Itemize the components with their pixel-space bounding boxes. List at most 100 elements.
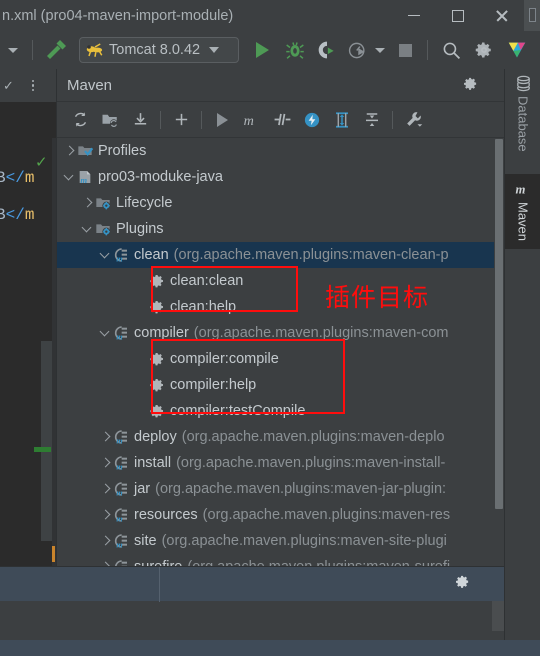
chevron-right-icon[interactable] bbox=[63, 145, 75, 157]
tree-node-coordinates: (org.apache.maven.plugins:maven-jar-plug… bbox=[155, 481, 447, 497]
collapse-all-button[interactable] bbox=[357, 105, 387, 135]
idea-logo-button[interactable] bbox=[500, 31, 534, 69]
tree-node-label: clean:clean bbox=[170, 273, 244, 289]
editor-marker-warning bbox=[52, 546, 55, 562]
profile-dropdown[interactable] bbox=[371, 31, 389, 69]
maximize-icon bbox=[452, 9, 464, 22]
inspection-ok-icon: ✓ bbox=[35, 154, 48, 171]
chevron-right-icon[interactable] bbox=[99, 535, 111, 547]
add-maven-project-button[interactable] bbox=[166, 105, 196, 135]
chevron-right-icon[interactable] bbox=[81, 197, 93, 209]
tree-node-coordinates: (org.apache.maven.plugins:maven-surefi bbox=[187, 559, 450, 566]
minimize-icon bbox=[408, 14, 420, 17]
maven-project-tree[interactable]: Profiles m pro03-moduke-java Lifecycle Plugi… bbox=[57, 138, 504, 566]
chevron-down-icon[interactable] bbox=[63, 171, 75, 183]
chevron-right-icon[interactable] bbox=[99, 457, 111, 469]
tree-row[interactable]: clean:help bbox=[57, 294, 504, 320]
window-controls bbox=[392, 0, 524, 31]
tree-node-icon: m bbox=[113, 507, 129, 523]
navigation-back-dropdown[interactable] bbox=[0, 31, 26, 69]
run-with-coverage-icon bbox=[318, 41, 334, 59]
main-toolbar: Tomcat 8.0.42 bbox=[0, 31, 540, 69]
tree-row[interactable]: m compiler (org.apache.maven.plugins:maven… bbox=[57, 320, 504, 346]
tree-row[interactable]: m install (org.apache.maven.plugins:maven-… bbox=[57, 450, 504, 476]
tree-node-label: surefire bbox=[134, 559, 182, 566]
tree-node-coordinates: (org.apache.maven.plugins:maven-install- bbox=[176, 455, 446, 471]
maven-m-icon: m bbox=[516, 182, 526, 196]
tree-scrollbar[interactable] bbox=[494, 138, 504, 566]
tree-row[interactable]: m surefire (org.apache.maven.plugins:maven… bbox=[57, 554, 504, 566]
tree-row[interactable]: m site (org.apache.maven.plugins:maven-sit… bbox=[57, 528, 504, 554]
chevron-down-icon[interactable] bbox=[99, 327, 111, 339]
offline-mode-icon bbox=[304, 112, 320, 127]
chevron-down-icon[interactable] bbox=[99, 249, 111, 261]
tree-row[interactable]: compiler:testCompile bbox=[57, 398, 504, 424]
tree-row[interactable]: compiler:help bbox=[57, 372, 504, 398]
reimport-button[interactable] bbox=[65, 105, 95, 135]
tree-node-label: site bbox=[134, 533, 157, 549]
profiles-folder-icon bbox=[78, 146, 93, 157]
tree-row[interactable]: Lifecycle bbox=[57, 190, 504, 216]
tree-node-icon: m bbox=[113, 325, 129, 341]
minimize-button[interactable] bbox=[392, 0, 436, 31]
editor-scrollbar[interactable] bbox=[41, 341, 52, 541]
tree-node-icon: m bbox=[113, 559, 129, 566]
chevron-right-icon[interactable] bbox=[99, 483, 111, 495]
download-sources-button[interactable] bbox=[125, 105, 155, 135]
run-configuration-selector[interactable]: Tomcat 8.0.42 bbox=[79, 37, 239, 63]
svg-text:m: m bbox=[116, 515, 122, 523]
toggle-offline-button[interactable] bbox=[297, 105, 327, 135]
profile-button[interactable] bbox=[343, 31, 371, 69]
tree-row[interactable]: compiler:compile bbox=[57, 346, 504, 372]
search-everywhere-button[interactable] bbox=[434, 31, 468, 69]
toggle-skip-tests-button[interactable] bbox=[267, 105, 297, 135]
tab-check-icon: ✓ bbox=[3, 77, 14, 93]
chevron-down-icon[interactable] bbox=[81, 223, 93, 235]
tree-node-icon bbox=[149, 377, 165, 393]
build-project-button[interactable] bbox=[39, 31, 73, 69]
maven-panel-title: Maven bbox=[67, 76, 113, 94]
tree-node-label: install bbox=[134, 455, 172, 471]
tree-node-coordinates: (org.apache.maven.plugins:maven-com bbox=[193, 325, 449, 341]
more-options-icon[interactable] bbox=[31, 79, 35, 92]
expand-all-button[interactable] bbox=[327, 105, 357, 135]
close-button[interactable] bbox=[480, 0, 524, 31]
generate-sources-button[interactable] bbox=[95, 105, 125, 135]
skip-tests-icon bbox=[274, 113, 290, 126]
sidebar-item-maven[interactable]: m Maven bbox=[505, 173, 540, 249]
run-icon bbox=[216, 112, 228, 127]
run-button[interactable] bbox=[245, 31, 279, 69]
maven-m-icon: m bbox=[244, 113, 254, 129]
run-with-coverage-button[interactable] bbox=[311, 31, 343, 69]
tree-row[interactable]: m resources (org.apache.maven.plugins:mave… bbox=[57, 502, 504, 528]
tree-row[interactable]: clean:clean bbox=[57, 268, 504, 294]
tree-row[interactable]: Plugins bbox=[57, 216, 504, 242]
tree-row[interactable]: m deploy (org.apache.maven.plugins:maven-d… bbox=[57, 424, 504, 450]
tree-node-label: resources bbox=[134, 507, 198, 523]
tree-row[interactable]: m clean (org.apache.maven.plugins:maven-cl… bbox=[57, 242, 504, 268]
tree-row[interactable]: m jar (org.apache.maven.plugins:maven-jar-… bbox=[57, 476, 504, 502]
maven-settings-gear-button[interactable] bbox=[463, 76, 478, 96]
stop-button[interactable] bbox=[389, 31, 421, 69]
maven-settings-button[interactable] bbox=[398, 105, 428, 135]
tree-arrow-none-icon bbox=[135, 275, 147, 287]
tree-node-label: compiler:help bbox=[170, 377, 257, 393]
chevron-right-icon[interactable] bbox=[99, 509, 111, 521]
tree-node-icon bbox=[77, 143, 93, 159]
chevron-right-icon[interactable] bbox=[99, 431, 111, 443]
settings-button[interactable] bbox=[468, 31, 500, 69]
maven-plugin-icon: m bbox=[114, 456, 127, 471]
tree-row[interactable]: Profiles bbox=[57, 138, 504, 164]
sidebar-item-database[interactable]: Database bbox=[505, 69, 540, 152]
bottom-panel-scrollbar[interactable] bbox=[492, 601, 504, 631]
debug-button[interactable] bbox=[279, 31, 311, 69]
tree-scrollbar-thumb[interactable] bbox=[495, 139, 503, 509]
maximize-button[interactable] bbox=[436, 0, 480, 31]
tree-row[interactable]: m pro03-moduke-java bbox=[57, 164, 504, 190]
execute-goal-button[interactable] bbox=[207, 105, 237, 135]
bottom-settings-gear-button[interactable] bbox=[455, 574, 470, 594]
tree-node-label: clean bbox=[134, 247, 169, 263]
maven-build-button[interactable]: m bbox=[237, 105, 267, 135]
maven-plugin-icon: m bbox=[114, 430, 127, 445]
svg-text:m: m bbox=[244, 113, 254, 129]
